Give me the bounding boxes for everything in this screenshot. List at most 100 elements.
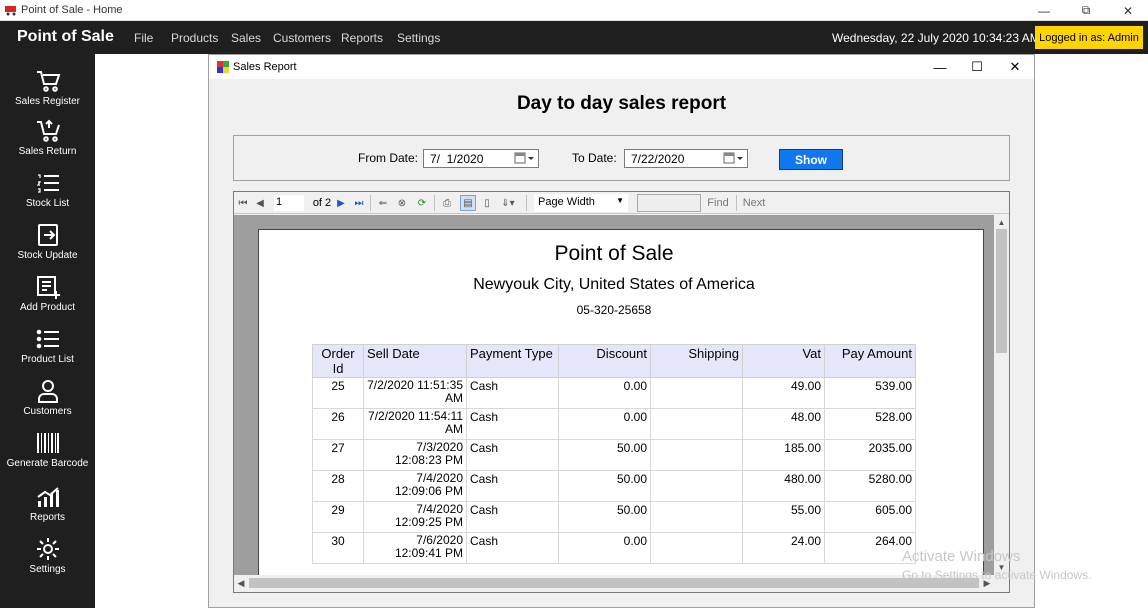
- menu-reports[interactable]: Reports: [341, 31, 383, 45]
- to-date-label: To Date:: [572, 151, 617, 165]
- sales-report-window: Sales Report — ☐ ✕ Day to day sales repo…: [208, 54, 1035, 608]
- cell-discount: 50.00: [558, 501, 651, 533]
- sidebar-item-stock-list[interactable]: Stock List: [0, 170, 95, 218]
- first-page-icon[interactable]: ⏮: [237, 195, 249, 211]
- sidebar: Sales Register Sales Return Stock List S…: [0, 54, 95, 608]
- activate-windows-watermark: Activate Windows Go to Settings to activ…: [902, 548, 1091, 584]
- sidebar-item-stock-update[interactable]: Stock Update: [0, 222, 95, 270]
- to-date-picker[interactable]: 7/22/2020: [624, 149, 748, 168]
- page-setup-icon[interactable]: ▯: [480, 195, 494, 211]
- cell-order-id: 25: [312, 377, 364, 409]
- watermark-title: Activate Windows: [902, 548, 1021, 565]
- menu-products[interactable]: Products: [171, 31, 218, 45]
- menu-customers[interactable]: Customers: [273, 31, 331, 45]
- restore-button[interactable]: ⧉: [1066, 0, 1106, 21]
- sidebar-item-settings[interactable]: Settings: [0, 536, 95, 584]
- column-header-vat: Vat: [742, 344, 825, 378]
- last-page-icon[interactable]: ⏭: [353, 195, 365, 211]
- cell-shipping: [650, 470, 743, 502]
- workspace-right: [1035, 54, 1148, 608]
- add-document-icon: [36, 276, 60, 299]
- sidebar-item-label: Customers: [23, 406, 72, 417]
- menu-file[interactable]: File: [134, 31, 153, 45]
- report-viewer: ⏮ ◀ 1 of 2 ▶ ⏭ ⇐ ⊗ ⟳ ⎙ ▤ ▯ ⇓▾ Page Width…: [233, 191, 1010, 593]
- stop-icon[interactable]: ⊗: [395, 195, 409, 211]
- cell-order-id: 29: [312, 501, 364, 533]
- report-page: Point of Sale Newyouk City, United State…: [258, 229, 984, 575]
- bullet-list-icon: [36, 329, 59, 349]
- page-number-input[interactable]: 1: [274, 195, 304, 211]
- barcode-icon: [36, 433, 59, 453]
- cell-pay-amount: 605.00: [824, 501, 916, 533]
- column-header-shipping: Shipping: [650, 344, 743, 378]
- close-button[interactable]: ✕: [1108, 0, 1148, 21]
- print-layout-icon[interactable]: ▤: [460, 195, 476, 211]
- scroll-left-icon[interactable]: ◀: [234, 575, 248, 591]
- find-input[interactable]: [637, 194, 701, 212]
- scroll-up-icon[interactable]: ▲: [994, 216, 1009, 228]
- cell-sell-date: 7/2/2020 11:54:11 AM: [363, 408, 467, 440]
- table-header-row: Order Id Sell Date Payment Type Discount…: [312, 344, 916, 378]
- calendar-dropdown-icon: [723, 152, 743, 164]
- table-row: 28 7/4/2020 12:09:06 PM Cash 50.00 480.0…: [312, 470, 916, 502]
- vertical-scrollbar[interactable]: ▲ ▼: [994, 215, 1009, 575]
- cell-payment-type: Cash: [466, 439, 559, 471]
- cell-order-id: 30: [312, 532, 364, 564]
- zoom-select[interactable]: Page Width ▼: [534, 194, 628, 212]
- refresh-icon[interactable]: ⟳: [415, 195, 429, 211]
- cell-shipping: [650, 501, 743, 533]
- horizontal-scroll-thumb[interactable]: [249, 578, 979, 588]
- report-page-area[interactable]: Point of Sale Newyouk City, United State…: [234, 215, 994, 575]
- column-header-payment-type: Payment Type: [466, 344, 559, 378]
- cell-discount: 0.00: [558, 377, 651, 409]
- cell-payment-type: Cash: [466, 408, 559, 440]
- child-maximize-button[interactable]: ☐: [958, 55, 996, 79]
- menu-settings[interactable]: Settings: [397, 31, 440, 45]
- cell-payment-type: Cash: [466, 470, 559, 502]
- minimize-button[interactable]: —: [1024, 0, 1064, 21]
- menu-sales[interactable]: Sales: [231, 31, 261, 45]
- find-button[interactable]: Find: [706, 195, 730, 211]
- cell-vat: 55.00: [742, 501, 825, 533]
- cell-vat: 49.00: [742, 377, 825, 409]
- column-header-sell-date: Sell Date: [363, 344, 467, 378]
- cart-icon: [36, 71, 60, 92]
- gear-icon: [36, 538, 59, 560]
- sidebar-item-generate-barcode[interactable]: Generate Barcode: [0, 430, 95, 478]
- print-icon[interactable]: ⎙: [440, 195, 454, 211]
- window-titlebar: Point of Sale - Home — ⧉ ✕: [0, 0, 1148, 21]
- cell-vat: 48.00: [742, 408, 825, 440]
- watermark-subtitle: Go to Settings to activate Windows.: [902, 568, 1092, 582]
- from-date-value: 7/ 1/2020: [430, 152, 484, 166]
- cell-shipping: [650, 377, 743, 409]
- previous-page-icon[interactable]: ◀: [254, 195, 266, 211]
- cell-order-id: 27: [312, 439, 364, 471]
- date-filter-panel: From Date: 7/ 1/2020 To Date: 7/22/2020 …: [233, 135, 1010, 181]
- show-button[interactable]: Show: [779, 149, 843, 170]
- window-title: Point of Sale - Home: [21, 4, 123, 16]
- sidebar-item-product-list[interactable]: Product List: [0, 326, 95, 374]
- cart-return-icon: [36, 119, 60, 142]
- horizontal-scrollbar[interactable]: ◀ ▶: [234, 575, 994, 591]
- chart-icon: [36, 487, 59, 507]
- sidebar-item-sales-register[interactable]: Sales Register: [0, 68, 95, 116]
- sidebar-item-customers[interactable]: Customers: [0, 378, 95, 426]
- app-cart-icon: [5, 6, 16, 16]
- next-button[interactable]: Next: [742, 195, 766, 211]
- cell-pay-amount: 2035.00: [824, 439, 916, 471]
- sales-table: Order Id Sell Date Payment Type Discount…: [312, 344, 916, 564]
- column-header-pay-amount: Pay Amount: [824, 344, 916, 378]
- cell-sell-date: 7/2/2020 11:51:35 AM: [363, 377, 467, 409]
- sidebar-item-sales-return[interactable]: Sales Return: [0, 118, 95, 166]
- from-date-picker[interactable]: 7/ 1/2020: [423, 149, 539, 168]
- next-page-icon[interactable]: ▶: [335, 195, 347, 211]
- sidebar-item-reports[interactable]: Reports: [0, 484, 95, 532]
- cell-payment-type: Cash: [466, 377, 559, 409]
- child-close-button[interactable]: ✕: [996, 55, 1034, 79]
- back-icon[interactable]: ⇐: [376, 195, 390, 211]
- child-minimize-button[interactable]: —: [921, 55, 959, 79]
- sidebar-item-add-product[interactable]: Add Product: [0, 274, 95, 322]
- vertical-scroll-thumb[interactable]: [996, 229, 1007, 353]
- chevron-down-icon: ▼: [616, 196, 624, 205]
- export-icon[interactable]: ⇓▾: [498, 195, 518, 211]
